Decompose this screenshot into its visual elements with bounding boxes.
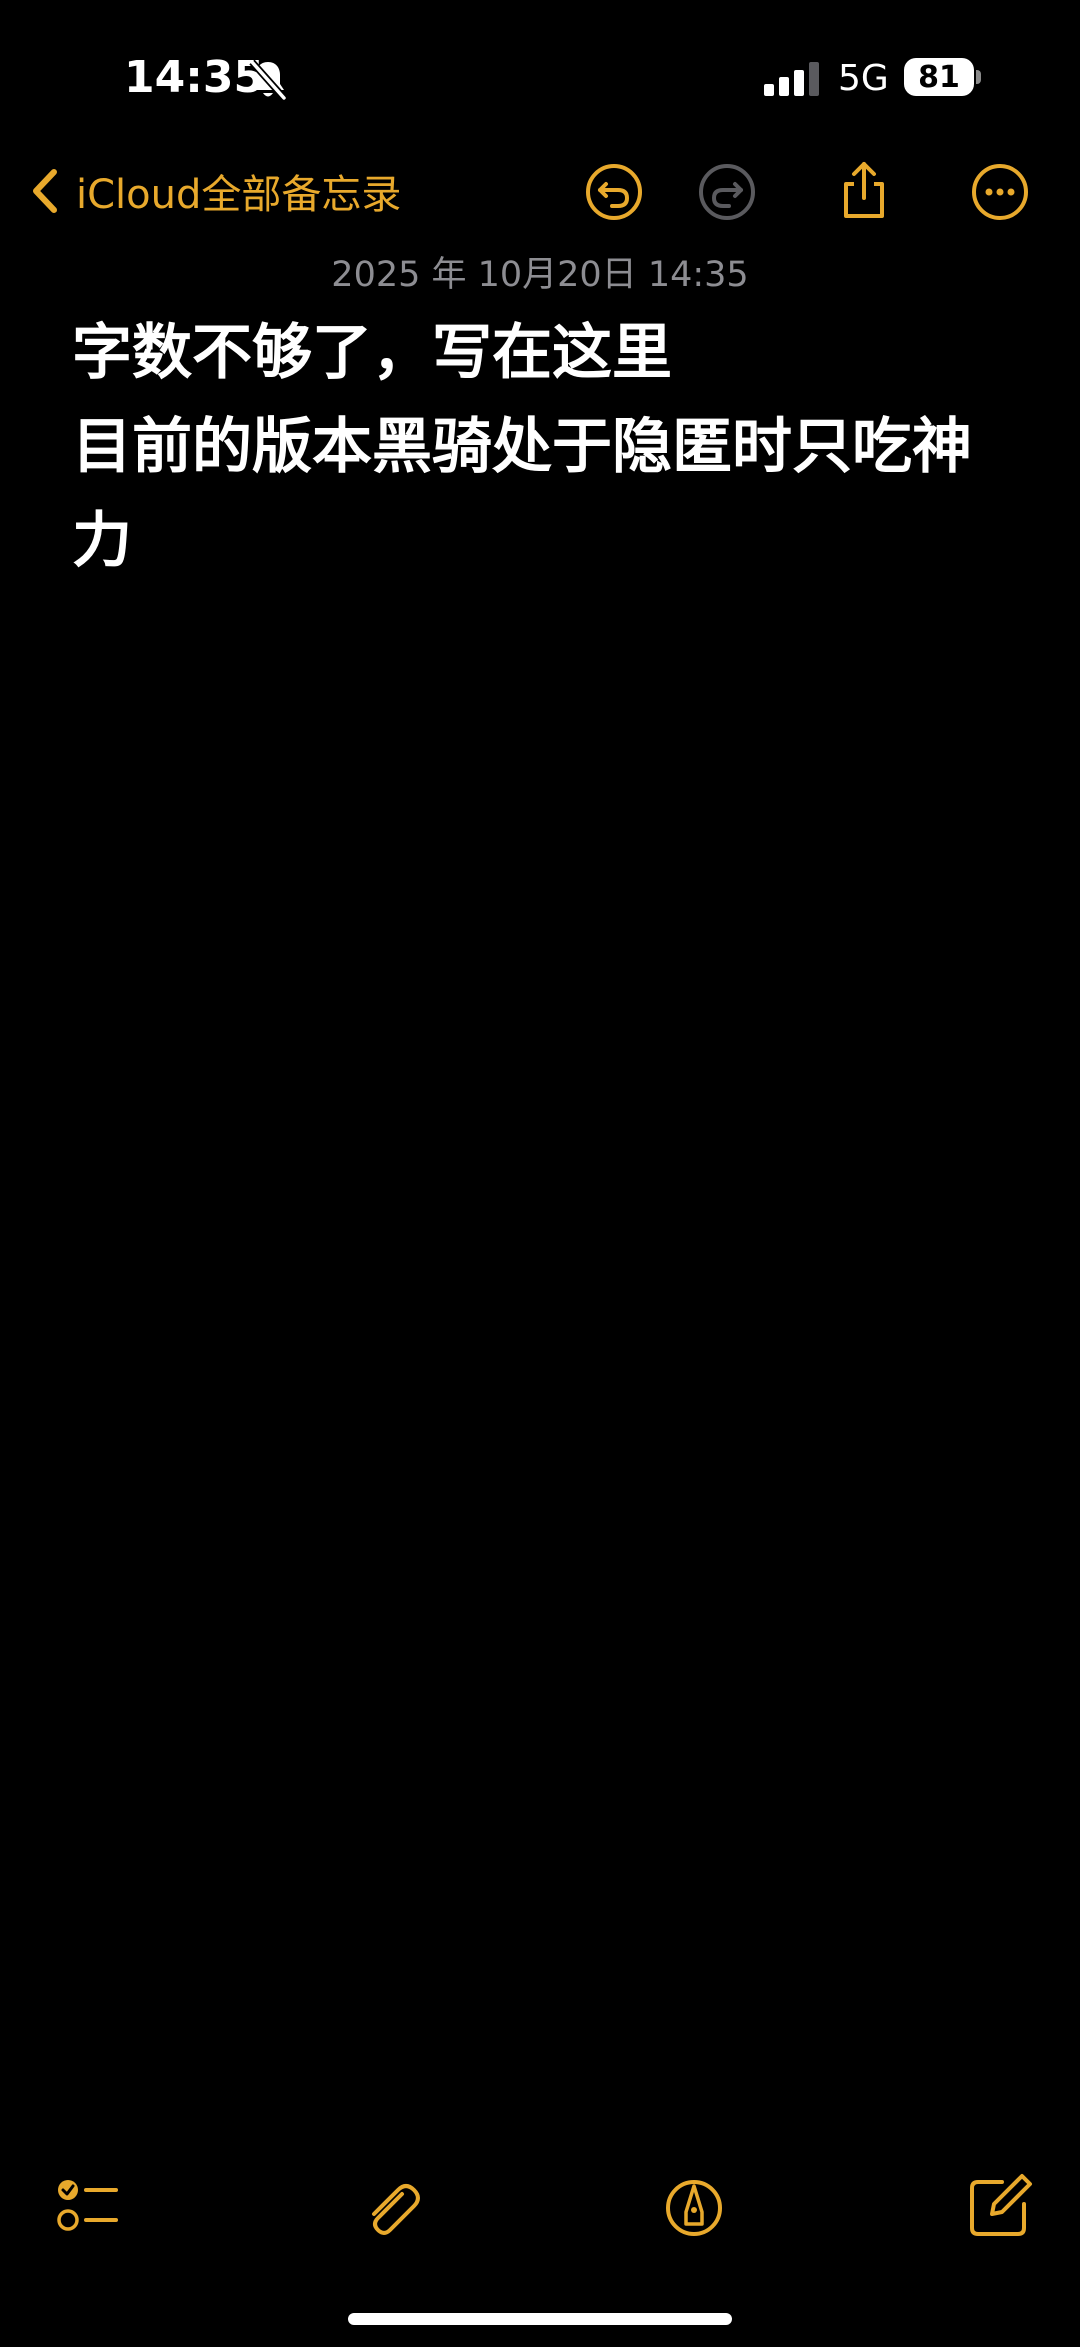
share-icon[interactable] xyxy=(834,160,894,220)
network-type-label: 5G xyxy=(838,58,889,99)
battery-icon: 81 xyxy=(904,58,974,96)
bell-slash-icon xyxy=(249,59,287,101)
paperclip-icon[interactable] xyxy=(356,2172,428,2244)
battery-cap xyxy=(976,70,981,84)
home-indicator[interactable] xyxy=(348,2313,732,2325)
note-date: 2025 年 10月20日 14:35 xyxy=(331,255,749,295)
markup-pen-icon[interactable] xyxy=(658,2172,730,2244)
status-time: 14:35 xyxy=(124,52,265,103)
note-title-line[interactable]: 字数不够了，写在这里 xyxy=(72,306,1012,400)
compose-icon[interactable] xyxy=(964,2170,1036,2242)
note-body[interactable]: 字数不够了，写在这里 目前的版本黑骑处于隐匿时只吃神力 xyxy=(72,306,1012,588)
battery-level: 81 xyxy=(918,59,960,95)
note-text-line[interactable]: 目前的版本黑骑处于隐匿时只吃神力 xyxy=(72,400,1012,588)
back-button[interactable]: iCloud全部备忘录 xyxy=(28,160,401,222)
more-icon[interactable] xyxy=(970,162,1030,222)
chevron-left-icon xyxy=(33,169,57,213)
undo-icon[interactable] xyxy=(584,162,644,222)
checklist-icon[interactable] xyxy=(52,2172,124,2244)
redo-icon[interactable] xyxy=(697,162,757,222)
back-label: iCloud全部备忘录 xyxy=(76,172,402,218)
cellular-signal-icon xyxy=(764,62,819,96)
